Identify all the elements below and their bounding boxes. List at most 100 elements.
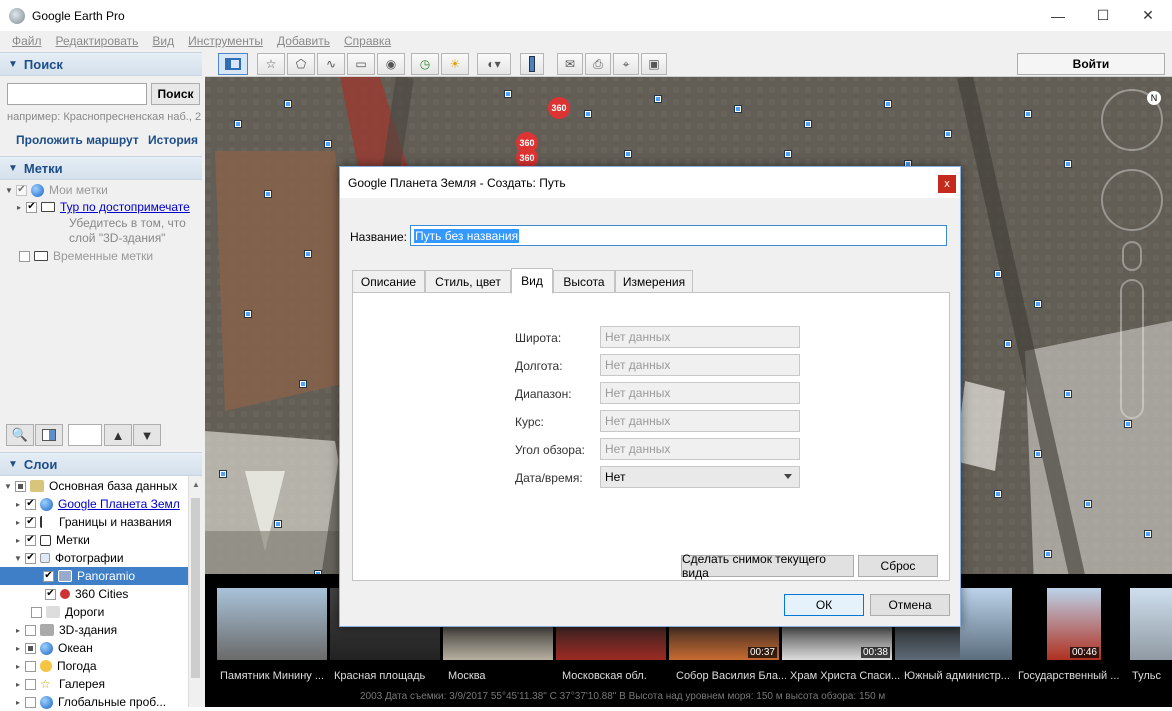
layer-gallery[interactable]: ▸ ☆ Галерея [13,675,105,693]
add-placemark-button[interactable]: ☆ [257,53,285,75]
ruler-button[interactable] [520,53,544,75]
record-tour-button[interactable]: ◉ [377,53,405,75]
add-overlay-button[interactable]: ▭ [347,53,375,75]
checkbox[interactable] [16,184,27,196]
checkbox[interactable] [31,606,42,618]
layers-panel-header[interactable]: ▼ Слои [0,452,202,476]
places-panel-header[interactable]: ▼ Метки [0,156,202,180]
print-button[interactable]: ⎙ [585,53,611,75]
overlay-icon: ▭ [355,57,367,71]
search-input[interactable] [7,83,147,105]
look-control[interactable]: N [1101,89,1163,151]
sunlight-button[interactable]: ☀ [441,53,469,75]
checkbox[interactable] [25,642,36,654]
longitude-field[interactable]: Нет данных [600,354,800,376]
switch-planet-button[interactable]: ◐▾ [477,53,511,75]
thumbnail[interactable]: 00:46 [1047,588,1101,660]
checkbox[interactable] [25,552,36,564]
move-up-button[interactable]: ▲ [104,424,132,446]
range-field[interactable]: Нет данных [600,382,800,404]
layer-earth-blog[interactable]: ▸Google Планета Земл [13,495,180,513]
checkbox[interactable] [25,624,36,636]
tree-item-my-places[interactable]: ▼ Мои метки [4,181,108,199]
layer-ocean[interactable]: ▸ Океан [13,639,93,657]
menu-add[interactable]: Добавить [277,34,330,48]
layer-roads[interactable]: Дороги [31,603,104,621]
layer-global-awareness[interactable]: ▸ Глобальные проб... [13,693,166,711]
checkbox[interactable] [43,570,54,582]
checkbox[interactable] [25,660,36,672]
ok-button[interactable]: ОК [784,594,864,616]
street-view-pegman-icon[interactable] [1122,241,1142,271]
checkbox[interactable] [25,696,36,708]
scroll-thumb[interactable] [191,498,200,678]
email-button[interactable]: ✉ [557,53,583,75]
zoom-slider[interactable] [1120,279,1144,419]
photo-360-badge[interactable]: 360 [548,97,570,119]
search-button[interactable]: Поиск [151,83,200,105]
checkbox[interactable] [45,588,56,600]
dialog-close-button[interactable]: x [938,175,956,193]
checkbox[interactable] [25,534,36,546]
menu-file[interactable]: Файл [12,34,42,48]
tab-measurements[interactable]: Измерения [615,270,693,293]
sidebar-toggle-button[interactable] [218,53,248,75]
globe-icon [31,183,44,197]
checkbox[interactable] [25,678,36,690]
layer-weather[interactable]: ▸ Погода [13,657,97,675]
menu-help[interactable]: Справка [344,34,391,48]
add-path-button[interactable]: ∿ [317,53,345,75]
snapshot-view-button[interactable]: Сделать снимок текущего вида [681,552,854,580]
search-places-button[interactable]: 🔍 [6,424,34,446]
checkbox[interactable] [19,250,30,262]
toggle-panel-button[interactable] [35,424,63,446]
checkbox[interactable] [26,201,37,213]
checkbox[interactable] [25,498,36,510]
route-link[interactable]: Проложить маршрут [16,133,139,147]
search-panel-header[interactable]: ▼ Поиск [0,52,202,76]
menu-view[interactable]: Вид [152,34,174,48]
history-link[interactable]: История [148,133,198,147]
heading-field[interactable]: Нет данных [600,410,800,432]
checkbox[interactable] [15,480,26,492]
places-tree: ▼ Мои метки ▸ Тур по достопримечате Убед… [0,180,202,420]
tree-item-temp-places[interactable]: Временные метки [19,247,153,265]
cancel-button[interactable]: Отмена [870,594,950,616]
menu-edit[interactable]: Редактировать [56,34,139,48]
thumbnail[interactable] [217,588,327,660]
tilt-field[interactable]: Нет данных [600,438,800,460]
thumbnail[interactable] [960,588,1012,660]
menu-tools[interactable]: Инструменты [188,34,263,48]
minimize-button[interactable]: — [1035,0,1081,31]
name-input[interactable]: Путь без названия [410,225,947,246]
layers-scrollbar[interactable]: ▲ [188,476,202,707]
view-in-maps-button[interactable]: ⌖ [613,53,639,75]
layer-borders[interactable]: ▸Границы и названия [13,513,172,531]
item-field[interactable] [68,424,102,446]
layer-places[interactable]: ▸Метки [13,531,90,549]
layer-360-cities[interactable]: 360 Cities [45,585,128,603]
layer-3d-buildings[interactable]: ▸ 3D-здания [13,621,117,639]
tab-altitude[interactable]: Высота [553,270,615,293]
add-polygon-button[interactable]: ⬠ [287,53,315,75]
stack-icon [30,480,44,492]
latitude-field[interactable]: Нет данных [600,326,800,348]
north-icon[interactable]: N [1147,91,1161,105]
move-control[interactable] [1101,169,1163,231]
historical-imagery-button[interactable]: ◷ [411,53,439,75]
close-button[interactable]: ✕ [1125,0,1171,31]
save-image-button[interactable]: ▣ [641,53,667,75]
tab-view[interactable]: Вид [511,268,553,294]
move-down-button[interactable]: ▼ [133,424,161,446]
tab-description[interactable]: Описание [352,270,425,293]
layer-panoramio[interactable]: Panoramio [0,567,188,585]
thumbnail[interactable] [1130,588,1172,660]
layer-primary-db[interactable]: ▼ Основная база данных [3,477,177,495]
tab-style-color[interactable]: Стиль, цвет [425,270,511,293]
reset-button[interactable]: Сброс [858,555,938,577]
maximize-button[interactable]: ☐ [1080,0,1126,31]
layer-photos[interactable]: ▼Фотографии [13,549,124,567]
checkbox[interactable] [25,516,36,528]
login-button[interactable]: Войти [1017,53,1165,75]
datetime-select[interactable]: Нет [600,466,800,488]
